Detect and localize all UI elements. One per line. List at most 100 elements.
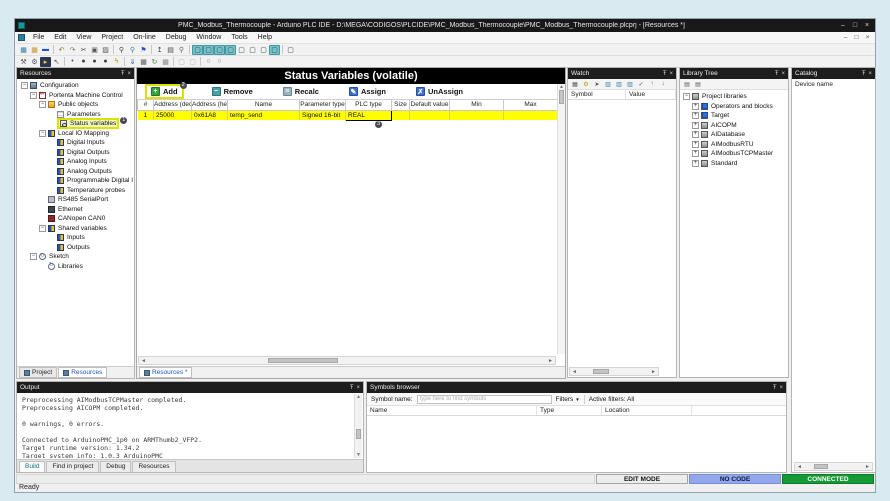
- scroll-right-icon[interactable]: ►: [863, 464, 872, 470]
- scroll-up-icon[interactable]: ▲: [558, 84, 565, 90]
- cell-parameter-type[interactable]: Signed 16-bit: [299, 110, 346, 120]
- breakpoint-icon[interactable]: •: [67, 57, 78, 67]
- column-header-name[interactable]: Name: [367, 406, 537, 415]
- watch-chart-2-icon[interactable]: ▥: [614, 80, 624, 89]
- close-icon[interactable]: ×: [862, 22, 872, 29]
- column-header-[interactable]: #: [137, 100, 154, 111]
- watch-confirm-icon[interactable]: ✓: [636, 80, 646, 89]
- editor-vertical-scrollbar[interactable]: ▲: [557, 84, 565, 354]
- tree-item-libraries[interactable]: Libraries: [18, 262, 133, 272]
- scroll-left-icon[interactable]: ◄: [139, 358, 148, 364]
- find-icon[interactable]: ⚲: [116, 45, 127, 55]
- library-refresh-icon[interactable]: ▤: [693, 80, 703, 89]
- scroll-down-icon[interactable]: ▼: [355, 452, 362, 458]
- toggle-catalog-icon[interactable]: ▢: [236, 45, 247, 55]
- column-header-name[interactable]: Name: [227, 100, 300, 111]
- cell-name[interactable]: temp_send: [227, 110, 300, 120]
- close-icon[interactable]: ×: [127, 71, 131, 77]
- column-header-default-value[interactable]: Default value: [409, 100, 450, 111]
- column-header-max[interactable]: Max: [503, 100, 558, 111]
- download-code-icon[interactable]: ⇓: [127, 57, 138, 67]
- tree-item-sketch[interactable]: − Sketch: [18, 252, 133, 262]
- tree-item-project-libraries[interactable]: − Project libraries: [680, 92, 788, 102]
- expander-icon[interactable]: +: [692, 121, 699, 129]
- tree-item-portenta-machine-control[interactable]: − Portenta Machine Control: [18, 91, 133, 101]
- table-row[interactable]: 1 25000 0x61A8 temp_send Signed 16-bit REAL: [137, 109, 558, 121]
- tree-item-aicopm[interactable]: + AICOPM: [680, 121, 788, 131]
- menu-help[interactable]: Help: [253, 34, 277, 41]
- halt-3-icon[interactable]: ●: [100, 57, 111, 67]
- cell-[interactable]: 1: [137, 110, 154, 120]
- paste-icon[interactable]: ▨: [100, 45, 111, 55]
- watch-move-up-icon[interactable]: ↑: [647, 80, 657, 89]
- minimize-icon[interactable]: –: [838, 22, 848, 29]
- column-header-parameter-type[interactable]: Parameter type: [299, 100, 346, 111]
- cell-address-dec[interactable]: 25000: [153, 110, 192, 120]
- output-vertical-scrollbar[interactable]: ▲ ▼: [354, 394, 362, 458]
- close-icon[interactable]: ×: [356, 385, 360, 391]
- pin-icon[interactable]: Ŧ: [773, 385, 777, 391]
- device-grid-icon[interactable]: ▦: [138, 57, 149, 67]
- child-close-icon[interactable]: ×: [863, 34, 872, 41]
- tree-item-rs485-serialport[interactable]: RS485 SerialPort: [18, 195, 133, 205]
- menu-file[interactable]: File: [28, 34, 49, 41]
- watch-grid-icon[interactable]: ▦: [160, 57, 171, 67]
- tree-item-status-variables[interactable]: Status variables 1: [18, 117, 133, 130]
- watch-options-icon[interactable]: ⚙: [581, 80, 591, 89]
- symbol-search-input[interactable]: [416, 394, 552, 404]
- watch-move-down-icon[interactable]: ↓: [658, 80, 668, 89]
- toggle-symbols-icon[interactable]: ▢: [247, 45, 258, 55]
- tree-item-analog-outputs[interactable]: Analog Outputs: [18, 167, 133, 177]
- tree-item-analog-inputs[interactable]: Analog Inputs: [18, 157, 133, 167]
- cell-min[interactable]: [449, 110, 504, 120]
- column-header-location[interactable]: Location: [602, 406, 692, 415]
- toggle-output-icon[interactable]: ▢: [214, 44, 225, 55]
- tree-item-aidatabase[interactable]: + AIDatabase: [680, 130, 788, 140]
- pin-icon[interactable]: Ŧ: [862, 71, 866, 77]
- tree-item-outputs[interactable]: Outputs: [18, 243, 133, 253]
- tree-item-canopen-can0[interactable]: CANopen CAN0: [18, 214, 133, 224]
- menu-view[interactable]: View: [71, 34, 96, 41]
- column-header-address-dec[interactable]: Address (dec): [153, 100, 192, 111]
- toggle-properties-icon[interactable]: ▢: [203, 44, 214, 55]
- watch-pick-icon[interactable]: ➤: [592, 80, 602, 89]
- expander-icon[interactable]: −: [21, 82, 28, 90]
- child-minimize-icon[interactable]: –: [841, 34, 850, 41]
- scroll-left-icon[interactable]: ◄: [570, 369, 579, 375]
- menu-project[interactable]: Project: [96, 34, 128, 41]
- add-button[interactable]: + Add: [151, 87, 178, 96]
- toggle-oscilloscope-icon[interactable]: ▢: [258, 45, 269, 55]
- expander-icon[interactable]: +: [692, 131, 699, 139]
- tree-item-shared-variables[interactable]: − Shared variables: [18, 224, 133, 234]
- close-icon[interactable]: ×: [868, 71, 872, 77]
- pin-icon[interactable]: Ŧ: [350, 385, 354, 391]
- expander-icon[interactable]: −: [39, 101, 46, 109]
- toggle-library-tree-icon[interactable]: ▢: [269, 44, 280, 55]
- disabled-1-icon[interactable]: ▢: [176, 57, 187, 67]
- run-mode-icon[interactable]: ▸: [40, 56, 51, 67]
- tree-item-digital-inputs[interactable]: Digital Inputs: [18, 138, 133, 148]
- toggle-watch-icon[interactable]: ▢: [225, 44, 236, 55]
- menu-debug[interactable]: Debug: [161, 34, 192, 41]
- new-project-icon[interactable]: ▦: [18, 45, 29, 55]
- compile-icon[interactable]: ⚒: [18, 57, 29, 67]
- undo-icon[interactable]: ↶: [56, 45, 67, 55]
- tree-item-digital-outputs[interactable]: Digital Outputs: [18, 148, 133, 158]
- child-maximize-icon[interactable]: □: [852, 34, 861, 41]
- expander-icon[interactable]: −: [30, 253, 37, 261]
- record-2-icon[interactable]: ○: [214, 57, 225, 67]
- print-icon[interactable]: ▤: [165, 45, 176, 55]
- watch-chart-1-icon[interactable]: ▥: [603, 80, 613, 89]
- menu-tools[interactable]: Tools: [226, 34, 252, 41]
- library-add-icon[interactable]: ▤: [682, 80, 692, 89]
- cell-plc-type[interactable]: REAL: [345, 109, 392, 121]
- expander-icon[interactable]: −: [30, 91, 37, 99]
- tree-item-programmable-digital-i-o[interactable]: Programmable Digital I/O: [18, 176, 133, 186]
- close-icon[interactable]: ×: [779, 385, 783, 391]
- copy-icon[interactable]: ▣: [89, 45, 100, 55]
- tab-debug[interactable]: Debug: [100, 461, 132, 472]
- watch-horizontal-scrollbar[interactable]: ◄ ►: [569, 367, 659, 376]
- expander-icon[interactable]: +: [692, 140, 699, 148]
- expander-icon[interactable]: +: [692, 159, 699, 167]
- column-header-min[interactable]: Min: [449, 100, 504, 111]
